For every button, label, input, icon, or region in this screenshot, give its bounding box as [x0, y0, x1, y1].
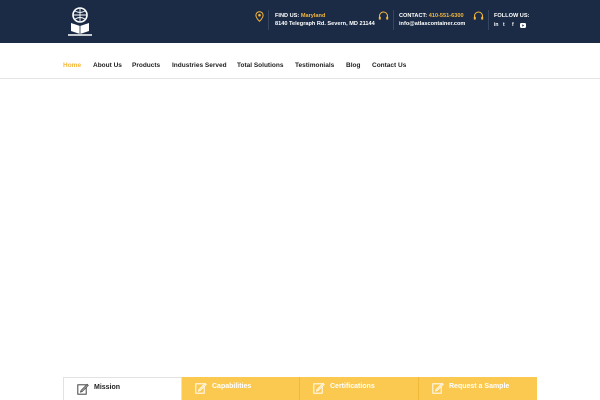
contact-label: CONTACT: [399, 13, 428, 19]
header-divider [488, 10, 489, 30]
tab-request-a-sample-label: Request a Sample [449, 383, 510, 390]
linkedin-icon[interactable]: in [494, 22, 498, 28]
headset-icon [378, 11, 389, 20]
edit-icon [313, 382, 325, 394]
find-us-label: FIND US: [275, 13, 300, 19]
edit-icon [77, 383, 89, 395]
main-navigation: Home About Us Products Industries Served… [0, 43, 600, 79]
nav-item-about-us[interactable]: About Us [93, 62, 122, 69]
tab-capabilities-label: Capabilities [212, 383, 252, 390]
top-header-bar: FIND US: Maryland 8140 Telegraph Rd. Sev… [0, 0, 600, 43]
company-logo[interactable] [64, 5, 96, 37]
headset-icon [473, 11, 484, 20]
feature-tabs: Mission Capabilities Certifications Requ… [63, 377, 537, 400]
follow-us-label: FOLLOW US: [494, 13, 530, 19]
tab-certifications[interactable]: Certifications [300, 377, 419, 400]
contact-email[interactable]: info@atlascontainer.com [399, 21, 465, 28]
edit-icon [432, 382, 444, 394]
find-us-line: FIND US: Maryland [275, 13, 325, 20]
twitter-icon[interactable]: t [503, 22, 505, 28]
header-divider [393, 10, 394, 30]
nav-item-home[interactable]: Home [63, 62, 81, 69]
nav-item-industries-served[interactable]: Industries Served [172, 62, 227, 69]
nav-item-contact-us[interactable]: Contact Us [372, 62, 406, 69]
tab-mission[interactable]: Mission [63, 377, 182, 400]
facebook-icon[interactable]: f [512, 22, 514, 28]
address-text: 8140 Telegraph Rd. Severn, MD 21144 [275, 21, 375, 27]
nav-item-blog[interactable]: Blog [346, 62, 360, 69]
nav-item-total-solutions[interactable]: Total Solutions [237, 62, 283, 69]
header-divider [268, 10, 269, 30]
contact-phone[interactable]: 410-551-6300 [429, 13, 464, 19]
youtube-icon[interactable] [520, 23, 526, 28]
nav-item-testimonials[interactable]: Testimonials [295, 62, 334, 69]
find-us-value: Maryland [300, 13, 326, 19]
edit-icon [195, 382, 207, 394]
tab-certifications-label: Certifications [330, 383, 375, 390]
contact-line: CONTACT: 410-551-6300 [399, 13, 464, 20]
tab-request-a-sample[interactable]: Request a Sample [419, 377, 537, 400]
tab-capabilities[interactable]: Capabilities [182, 377, 300, 400]
nav-item-products[interactable]: Products [132, 62, 160, 69]
atlas-logo-icon [68, 7, 92, 36]
tab-mission-label: Mission [94, 384, 121, 391]
map-pin-icon [255, 11, 264, 22]
